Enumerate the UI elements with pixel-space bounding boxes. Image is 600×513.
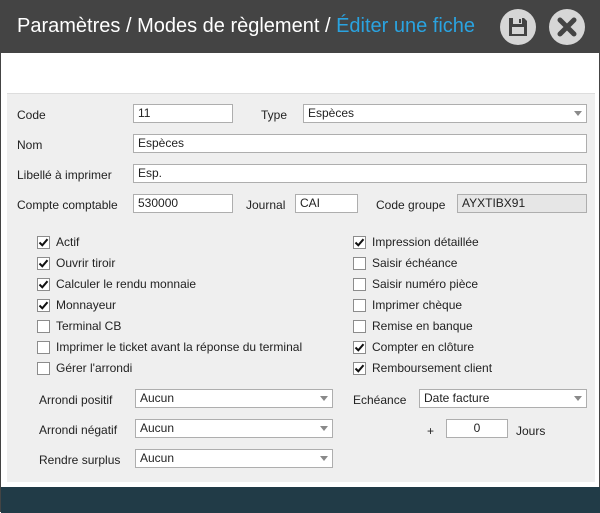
- checkbox-imprimer-le-ticket-avant-la-reponse-du-terminal[interactable]: Imprimer le ticket avant la réponse du t…: [37, 340, 302, 354]
- checkbox-gerer-l-arrondi[interactable]: Gérer l'arrondi: [37, 361, 132, 375]
- checkbox-label: Terminal CB: [56, 319, 122, 333]
- form-panel: Code 11 Type Espèces Nom Espèces Libellé…: [7, 93, 595, 482]
- checkbox-box[interactable]: [353, 235, 366, 249]
- journal-input[interactable]: CAI: [295, 194, 358, 213]
- footer-bar: [1, 487, 600, 513]
- arrondi-positif-label: Arrondi positif: [39, 393, 113, 407]
- dialog-window: Paramètres / Modes de règlement / Éditer…: [0, 0, 600, 513]
- arrondi-negatif-value: Aucun: [140, 421, 175, 435]
- checkbox-box[interactable]: [37, 319, 50, 333]
- code-label: Code: [17, 108, 46, 122]
- echeance-value: Date facture: [424, 391, 490, 405]
- libelle-label: Libellé à imprimer: [17, 168, 112, 182]
- days-plus-sign: +: [427, 424, 435, 438]
- chevron-down-icon: [574, 111, 582, 116]
- breadcrumb-parametres[interactable]: Paramètres: [17, 15, 120, 37]
- close-x-icon: [557, 17, 577, 37]
- breadcrumb-editer-fiche: Éditer une fiche: [336, 15, 476, 37]
- checkbox-label: Imprimer chèque: [372, 298, 463, 312]
- nom-input[interactable]: Espèces: [133, 134, 587, 153]
- checkbox-label: Compter en clôture: [372, 340, 475, 354]
- libelle-input[interactable]: Esp.: [133, 164, 587, 183]
- breadcrumb-separator: /: [324, 15, 331, 37]
- checkmark-icon: [38, 301, 49, 310]
- journal-label: Journal: [246, 198, 286, 212]
- checkbox-label: Saisir numéro pièce: [372, 277, 479, 291]
- arrondi-negatif-label: Arrondi négatif: [39, 423, 118, 437]
- code-groupe-input: AYXTIBX91: [457, 194, 587, 213]
- checkbox-box[interactable]: [37, 277, 50, 291]
- chevron-down-icon: [574, 396, 582, 401]
- breadcrumb: Paramètres / Modes de règlement / Éditer…: [17, 15, 475, 38]
- checkbox-box[interactable]: [353, 319, 366, 333]
- checkbox-box[interactable]: [37, 361, 50, 375]
- type-select[interactable]: Espèces: [303, 104, 587, 123]
- checkbox-calculer-le-rendu-monnaie[interactable]: Calculer le rendu monnaie: [37, 277, 196, 291]
- close-button[interactable]: [549, 9, 585, 45]
- checkbox-box[interactable]: [353, 340, 366, 354]
- code-groupe-label: Code groupe: [376, 198, 446, 212]
- checkmark-icon: [38, 259, 49, 268]
- checkmark-icon: [354, 343, 365, 352]
- checkbox-label: Remboursement client: [372, 361, 493, 375]
- checkmark-icon: [354, 364, 365, 373]
- checkbox-label: Imprimer le ticket avant la réponse du t…: [56, 340, 303, 354]
- checkbox-actif[interactable]: Actif: [37, 235, 79, 249]
- days-input[interactable]: 0: [446, 419, 508, 438]
- breadcrumb-separator: /: [125, 15, 132, 37]
- checkbox-saisir-echeance[interactable]: Saisir échéance: [353, 256, 457, 270]
- checkbox-imprimer-cheque[interactable]: Imprimer chèque: [353, 298, 462, 312]
- checkbox-label: Monnayeur: [56, 298, 117, 312]
- checkbox-label: Calculer le rendu monnaie: [56, 277, 197, 291]
- checkbox-impression-detaillee[interactable]: Impression détaillée: [353, 235, 479, 249]
- type-label: Type: [261, 108, 288, 122]
- checkbox-box[interactable]: [37, 235, 50, 249]
- checkbox-box[interactable]: [37, 256, 50, 270]
- code-input[interactable]: 11: [133, 104, 233, 123]
- days-label: Jours: [516, 424, 546, 438]
- chevron-down-icon: [320, 426, 328, 431]
- rendre-surplus-select[interactable]: Aucun: [135, 449, 333, 468]
- rendre-surplus-label: Rendre surplus: [39, 453, 121, 467]
- checkbox-compter-en-cloture[interactable]: Compter en clôture: [353, 340, 474, 354]
- checkbox-label: Impression détaillée: [372, 235, 479, 249]
- compte-label: Compte comptable: [17, 198, 118, 212]
- breadcrumb-modes-reglement[interactable]: Modes de règlement: [137, 15, 319, 37]
- arrondi-negatif-select[interactable]: Aucun: [135, 419, 333, 438]
- title-bar: Paramètres / Modes de règlement / Éditer…: [1, 1, 600, 53]
- arrondi-positif-select[interactable]: Aucun: [135, 389, 333, 408]
- chevron-down-icon: [320, 396, 328, 401]
- checkbox-box[interactable]: [353, 277, 366, 291]
- floppy-disk-icon: [509, 18, 527, 36]
- chevron-down-icon: [320, 456, 328, 461]
- checkbox-box[interactable]: [37, 340, 50, 354]
- checkbox-terminal-cb[interactable]: Terminal CB: [37, 319, 121, 333]
- checkbox-remboursement-client[interactable]: Remboursement client: [353, 361, 492, 375]
- checkbox-box[interactable]: [353, 256, 366, 270]
- checkbox-label: Saisir échéance: [372, 256, 458, 270]
- arrondi-positif-value: Aucun: [140, 391, 175, 405]
- checkbox-monnayeur[interactable]: Monnayeur: [37, 298, 116, 312]
- checkbox-label: Ouvrir tiroir: [56, 256, 116, 270]
- type-select-value: Espèces: [308, 106, 355, 120]
- checkbox-remise-en-banque[interactable]: Remise en banque: [353, 319, 473, 333]
- checkmark-icon: [38, 280, 49, 289]
- nom-label: Nom: [17, 138, 43, 152]
- checkmark-icon: [38, 238, 49, 247]
- checkbox-label: Gérer l'arrondi: [56, 361, 133, 375]
- checkbox-label: Remise en banque: [372, 319, 473, 333]
- checkbox-box[interactable]: [37, 298, 50, 312]
- compte-input[interactable]: 530000: [133, 194, 233, 213]
- checkbox-saisir-numero-piece[interactable]: Saisir numéro pièce: [353, 277, 478, 291]
- checkbox-ouvrir-tiroir[interactable]: Ouvrir tiroir: [37, 256, 115, 270]
- checkmark-icon: [354, 238, 365, 247]
- rendre-surplus-value: Aucun: [140, 451, 175, 465]
- echeance-select[interactable]: Date facture: [419, 389, 587, 408]
- save-button[interactable]: [500, 9, 536, 45]
- checkbox-box[interactable]: [353, 298, 366, 312]
- checkbox-label: Actif: [56, 235, 80, 249]
- checkbox-box[interactable]: [353, 361, 366, 375]
- echeance-label: Echéance: [353, 393, 407, 407]
